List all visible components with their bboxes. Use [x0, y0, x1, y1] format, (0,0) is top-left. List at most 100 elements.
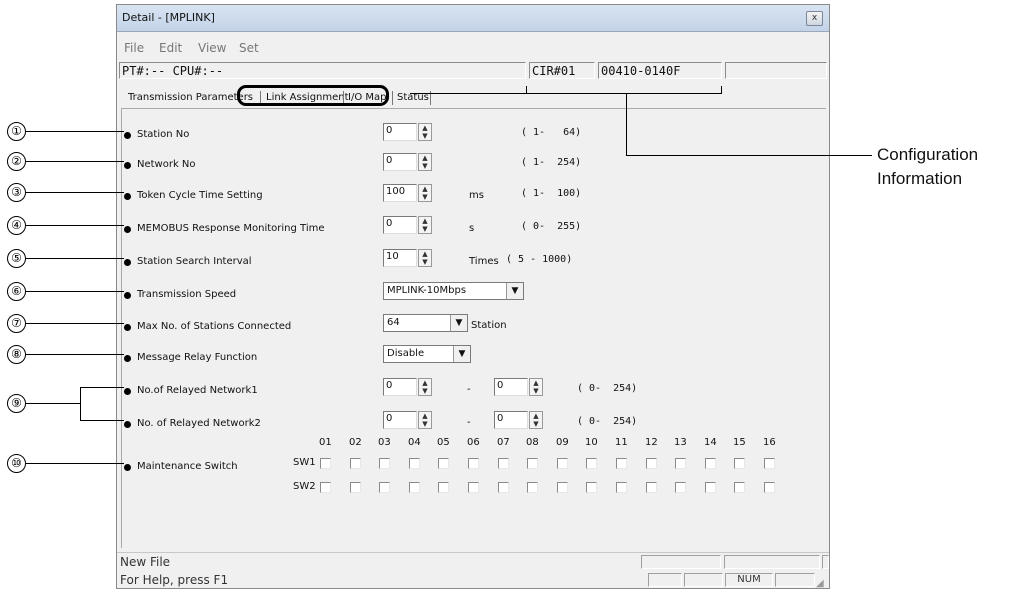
- relayed-network1-from-input[interactable]: 0: [383, 378, 417, 396]
- sw2-checkbox[interactable]: [379, 482, 390, 493]
- sw1-checkbox[interactable]: [675, 458, 686, 469]
- sw2-checkbox[interactable]: [675, 482, 686, 493]
- menu-edit[interactable]: Edit: [159, 41, 182, 55]
- spinner-arrows-icon[interactable]: ▲ ▼: [418, 378, 432, 396]
- sw2-checkbox[interactable]: [350, 482, 361, 493]
- relayed-network2-to-input[interactable]: 0: [494, 411, 528, 429]
- close-icon[interactable]: x: [806, 11, 823, 26]
- sw2-checkbox[interactable]: [468, 482, 479, 493]
- sw1-checkbox[interactable]: [438, 458, 449, 469]
- relayed-network2-from-spinner[interactable]: 0 ▲ ▼: [383, 411, 446, 429]
- status-pane: [648, 573, 682, 587]
- status-pane: [775, 573, 815, 587]
- spinner-arrows-icon[interactable]: ▲ ▼: [418, 153, 432, 171]
- status-pane: [822, 555, 829, 569]
- sw2-checkbox[interactable]: [616, 482, 627, 493]
- sw2-checkbox[interactable]: [586, 482, 597, 493]
- num-lock-indicator: NUM: [725, 573, 773, 587]
- relayed-network1-from-spinner[interactable]: 0 ▲ ▼: [383, 378, 446, 396]
- spinner-arrows-icon[interactable]: ▲ ▼: [418, 216, 432, 234]
- memobus-label: MEMOBUS Response Monitoring Time: [137, 223, 325, 234]
- resize-grip-icon[interactable]: ◢: [816, 575, 824, 588]
- status-line-1: New File: [117, 552, 829, 571]
- sw1-checkbox[interactable]: [498, 458, 509, 469]
- spinner-arrows-icon[interactable]: ▲ ▼: [418, 184, 432, 202]
- sw1-checkbox[interactable]: [646, 458, 657, 469]
- message-relay-select[interactable]: Disable ▼: [383, 345, 471, 363]
- search-interval-label: Station Search Interval: [137, 256, 252, 267]
- sw2-checkbox[interactable]: [705, 482, 716, 493]
- sw1-checkbox[interactable]: [350, 458, 361, 469]
- chevron-down-icon[interactable]: ▼: [453, 346, 470, 362]
- sw1-checkbox[interactable]: [379, 458, 390, 469]
- sw1-checkbox[interactable]: [320, 458, 331, 469]
- configuration-bar: PT#:-- CPU#:-- CIR#01 00410-0140F: [119, 61, 827, 81]
- callout-leader-line: [26, 291, 124, 292]
- transmission-speed-label: Transmission Speed: [137, 289, 237, 300]
- sw2-checkbox[interactable]: [438, 482, 449, 493]
- spinner-arrows-icon[interactable]: ▲ ▼: [418, 249, 432, 267]
- relayed-network1-to-input[interactable]: 0: [494, 378, 528, 396]
- callout-number: ⑩: [7, 454, 26, 473]
- chevron-down-icon[interactable]: ▼: [506, 283, 523, 299]
- menu-bar: File Edit View Set: [117, 38, 829, 56]
- config-annotation-line2: Information: [877, 169, 963, 188]
- token-cycle-unit: ms: [469, 190, 484, 201]
- sw1-checkbox[interactable]: [527, 458, 538, 469]
- relayed-network2-from-input[interactable]: 0: [383, 411, 417, 429]
- memobus-unit: s: [469, 223, 475, 234]
- spinner-arrows-icon[interactable]: ▲ ▼: [529, 378, 543, 396]
- relayed-network1-to-spinner[interactable]: 0 ▲ ▼: [494, 378, 557, 396]
- sw2-row-label: SW2: [293, 481, 316, 492]
- sw1-checkbox[interactable]: [468, 458, 479, 469]
- title-bar[interactable]: Detail - [MPLINK] x: [117, 5, 829, 32]
- sw2-checkbox[interactable]: [646, 482, 657, 493]
- transmission-speed-select[interactable]: MPLINK-10Mbps ▼: [383, 282, 524, 300]
- sw2-checkbox[interactable]: [320, 482, 331, 493]
- sw2-checkbox[interactable]: [409, 482, 420, 493]
- sw1-checkbox[interactable]: [586, 458, 597, 469]
- search-interval-spinner[interactable]: 10 ▲ ▼: [383, 249, 446, 267]
- maintenance-column-header: 11: [615, 437, 628, 448]
- sw1-checkbox[interactable]: [734, 458, 745, 469]
- network-no-input[interactable]: 0: [383, 153, 417, 171]
- max-stations-select[interactable]: 64 ▼: [383, 314, 468, 332]
- search-interval-input[interactable]: 10: [383, 249, 417, 267]
- sw1-checkbox[interactable]: [616, 458, 627, 469]
- station-no-spinner[interactable]: 0 ▲ ▼: [383, 123, 446, 141]
- sw1-checkbox[interactable]: [557, 458, 568, 469]
- bullet-dot: [124, 259, 131, 266]
- station-no-input[interactable]: 0: [383, 123, 417, 141]
- spinner-arrows-icon[interactable]: ▲ ▼: [418, 123, 432, 141]
- range-dash: -: [467, 384, 471, 395]
- menu-view[interactable]: View: [198, 41, 226, 55]
- bullet-dot: [124, 132, 131, 139]
- tab-transmission-parameters[interactable]: Transmission Parameters: [128, 89, 253, 106]
- sw2-checkbox[interactable]: [498, 482, 509, 493]
- network-no-spinner[interactable]: 0 ▲ ▼: [383, 153, 446, 171]
- tab-highlight-callout: [237, 85, 389, 106]
- memobus-spinner[interactable]: 0 ▲ ▼: [383, 216, 446, 234]
- menu-set[interactable]: Set: [239, 41, 259, 55]
- token-cycle-input[interactable]: 100: [383, 184, 417, 202]
- sw2-checkbox[interactable]: [557, 482, 568, 493]
- max-stations-label: Max No. of Stations Connected: [137, 321, 292, 332]
- spinner-arrows-icon[interactable]: ▲ ▼: [529, 411, 543, 429]
- memobus-input[interactable]: 0: [383, 216, 417, 234]
- menu-file[interactable]: File: [124, 41, 144, 55]
- sw1-checkbox[interactable]: [764, 458, 775, 469]
- sw2-checkbox[interactable]: [734, 482, 745, 493]
- sw2-checkbox[interactable]: [764, 482, 775, 493]
- sw2-checkbox[interactable]: [527, 482, 538, 493]
- token-cycle-label: Token Cycle Time Setting: [137, 190, 263, 201]
- tab-status[interactable]: Status: [397, 89, 429, 106]
- bullet-dot: [124, 292, 131, 299]
- maintenance-column-header: 10: [585, 437, 598, 448]
- sw1-checkbox[interactable]: [705, 458, 716, 469]
- token-cycle-spinner[interactable]: 100 ▲ ▼: [383, 184, 446, 202]
- sw1-checkbox[interactable]: [409, 458, 420, 469]
- chevron-down-icon[interactable]: ▼: [450, 315, 467, 331]
- relayed-network2-to-spinner[interactable]: 0 ▲ ▼: [494, 411, 557, 429]
- spinner-arrows-icon[interactable]: ▲ ▼: [418, 411, 432, 429]
- callout-leader-line: [26, 258, 124, 259]
